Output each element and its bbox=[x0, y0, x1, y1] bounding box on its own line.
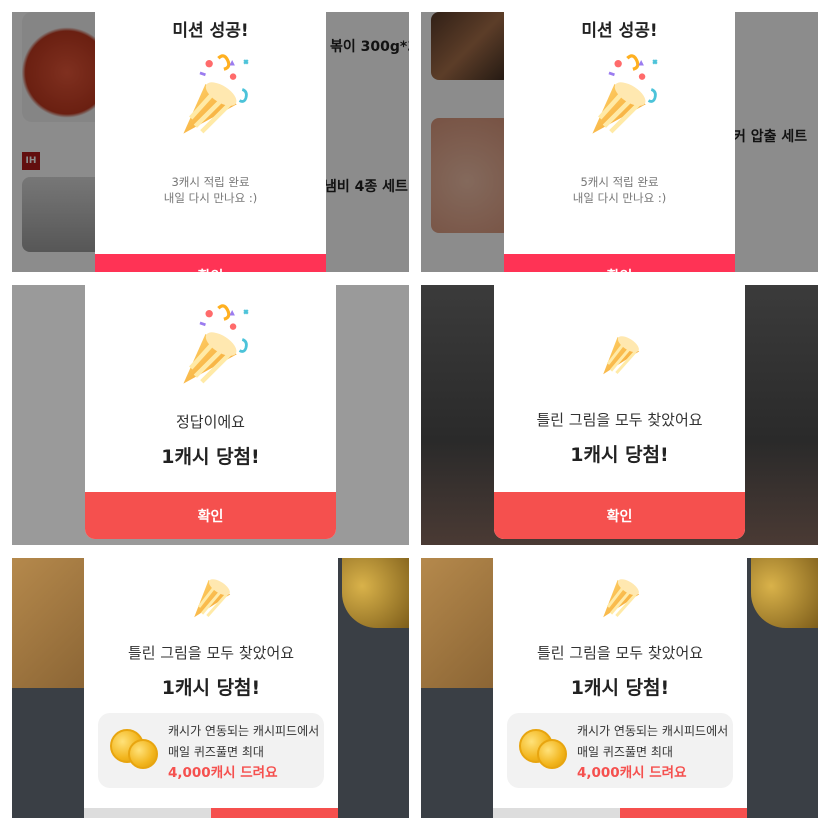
promo-text: 캐시가 연동되는 캐시피드에서 매일 퀴즈풀면 최대 4,000캐시 드려요 bbox=[577, 721, 728, 784]
spot-difference-modal: 틀린 그림을 모두 찾았어요 1캐시 당첨! 캐시가 연동되는 캐시피드에서 매… bbox=[493, 558, 747, 818]
bg-tea-cup bbox=[751, 558, 818, 628]
result-message: 틀린 그림을 모두 찾았어요 bbox=[536, 644, 704, 662]
promo-line: 캐시가 연동되는 캐시피드에서 bbox=[168, 724, 320, 738]
result-message: 틀린 그림을 모두 찾았어요 bbox=[536, 411, 703, 429]
bg-wood-board bbox=[12, 558, 92, 688]
mission-success-modal: 미션 성공! 5캐시 적립 완료 내일 다시 만나요 :) 확인 bbox=[504, 12, 735, 272]
farewell-line: 내일 다시 만나요 :) bbox=[572, 191, 667, 205]
spot-difference-modal: 틀린 그림을 모두 찾았어요 1캐시 당첨! 캐시가 연동되는 캐시피드에서 매… bbox=[84, 558, 338, 818]
modal-title: 미션 성공! bbox=[172, 21, 249, 41]
secondary-button-strip[interactable] bbox=[493, 808, 620, 818]
cashfeed-promo-banner[interactable]: 캐시가 연동되는 캐시피드에서 매일 퀴즈풀면 최대 4,000캐시 드려요 bbox=[98, 713, 324, 788]
party-popper-icon bbox=[574, 49, 666, 141]
promo-line: 캐시가 연동되는 캐시피드에서 bbox=[577, 724, 729, 738]
bg-wood-board bbox=[421, 558, 501, 688]
coin-icon bbox=[128, 739, 158, 769]
party-popper-icon bbox=[590, 562, 650, 622]
secondary-button-strip[interactable] bbox=[84, 808, 211, 818]
reward-text: 1캐시 당첨! bbox=[161, 446, 260, 468]
promo-line: 매일 퀴즈풀면 최대 bbox=[168, 745, 264, 759]
result-message: 정답이에요 bbox=[175, 413, 245, 431]
party-popper-icon bbox=[181, 562, 241, 622]
reward-text: 1캐시 당첨! bbox=[570, 444, 669, 466]
panel-2: 커 압출 세트 미션 성공! 5캐시 적립 완료 내일 다시 만나요 :) 확인 bbox=[421, 12, 818, 272]
coin-icon bbox=[537, 739, 567, 769]
promo-highlight: 4,000캐시 드려요 bbox=[168, 765, 278, 781]
panel-1: 볶이 300g*3 IH 냄비 4종 세트 미션 성공! 3캐시 적립 완료 내… bbox=[12, 12, 409, 272]
reward-text: 1캐시 당첨! bbox=[161, 677, 261, 699]
reward-line: 5캐시 적립 완료 bbox=[580, 175, 659, 189]
party-popper-icon bbox=[590, 319, 650, 379]
promo-line: 매일 퀴즈풀면 최대 bbox=[577, 745, 673, 759]
party-popper-icon bbox=[165, 299, 257, 391]
spot-difference-modal: 틀린 그림을 모두 찾았어요 1캐시 당첨! 확인 bbox=[494, 285, 745, 539]
promo-highlight: 4,000캐시 드려요 bbox=[577, 765, 687, 781]
bg-tea-cup bbox=[342, 558, 409, 628]
confirm-button[interactable]: 확인 bbox=[85, 492, 336, 539]
reward-text: 1캐시 당첨! bbox=[570, 677, 670, 699]
confirm-button[interactable]: 확인 bbox=[494, 492, 745, 539]
modal-title: 미션 성공! bbox=[581, 21, 658, 41]
panel-3: 정답이에요 1캐시 당첨! 확인 bbox=[12, 285, 409, 545]
primary-button-strip[interactable] bbox=[620, 808, 747, 818]
panel-6: 틀린 그림을 모두 찾았어요 1캐시 당첨! 캐시가 연동되는 캐시피드에서 매… bbox=[421, 558, 818, 818]
confirm-button[interactable]: 확인 bbox=[95, 254, 326, 272]
panel-5: 틀린 그림을 모두 찾았어요 1캐시 당첨! 캐시가 연동되는 캐시피드에서 매… bbox=[12, 558, 409, 818]
correct-answer-modal: 정답이에요 1캐시 당첨! 확인 bbox=[85, 285, 336, 539]
panel-4: 틀린 그림을 모두 찾았어요 1캐시 당첨! 확인 bbox=[421, 285, 818, 545]
mission-success-modal: 미션 성공! 3캐시 적립 완료 내일 다시 만나요 :) 확인 bbox=[95, 12, 326, 272]
promo-text: 캐시가 연동되는 캐시피드에서 매일 퀴즈풀면 최대 4,000캐시 드려요 bbox=[168, 721, 319, 784]
confirm-button[interactable]: 확인 bbox=[504, 254, 735, 272]
result-message: 틀린 그림을 모두 찾았어요 bbox=[127, 644, 295, 662]
reward-line: 3캐시 적립 완료 bbox=[171, 175, 250, 189]
primary-button-strip[interactable] bbox=[211, 808, 338, 818]
party-popper-icon bbox=[165, 49, 257, 141]
cashfeed-promo-banner[interactable]: 캐시가 연동되는 캐시피드에서 매일 퀴즈풀면 최대 4,000캐시 드려요 bbox=[507, 713, 733, 788]
farewell-line: 내일 다시 만나요 :) bbox=[163, 191, 258, 205]
